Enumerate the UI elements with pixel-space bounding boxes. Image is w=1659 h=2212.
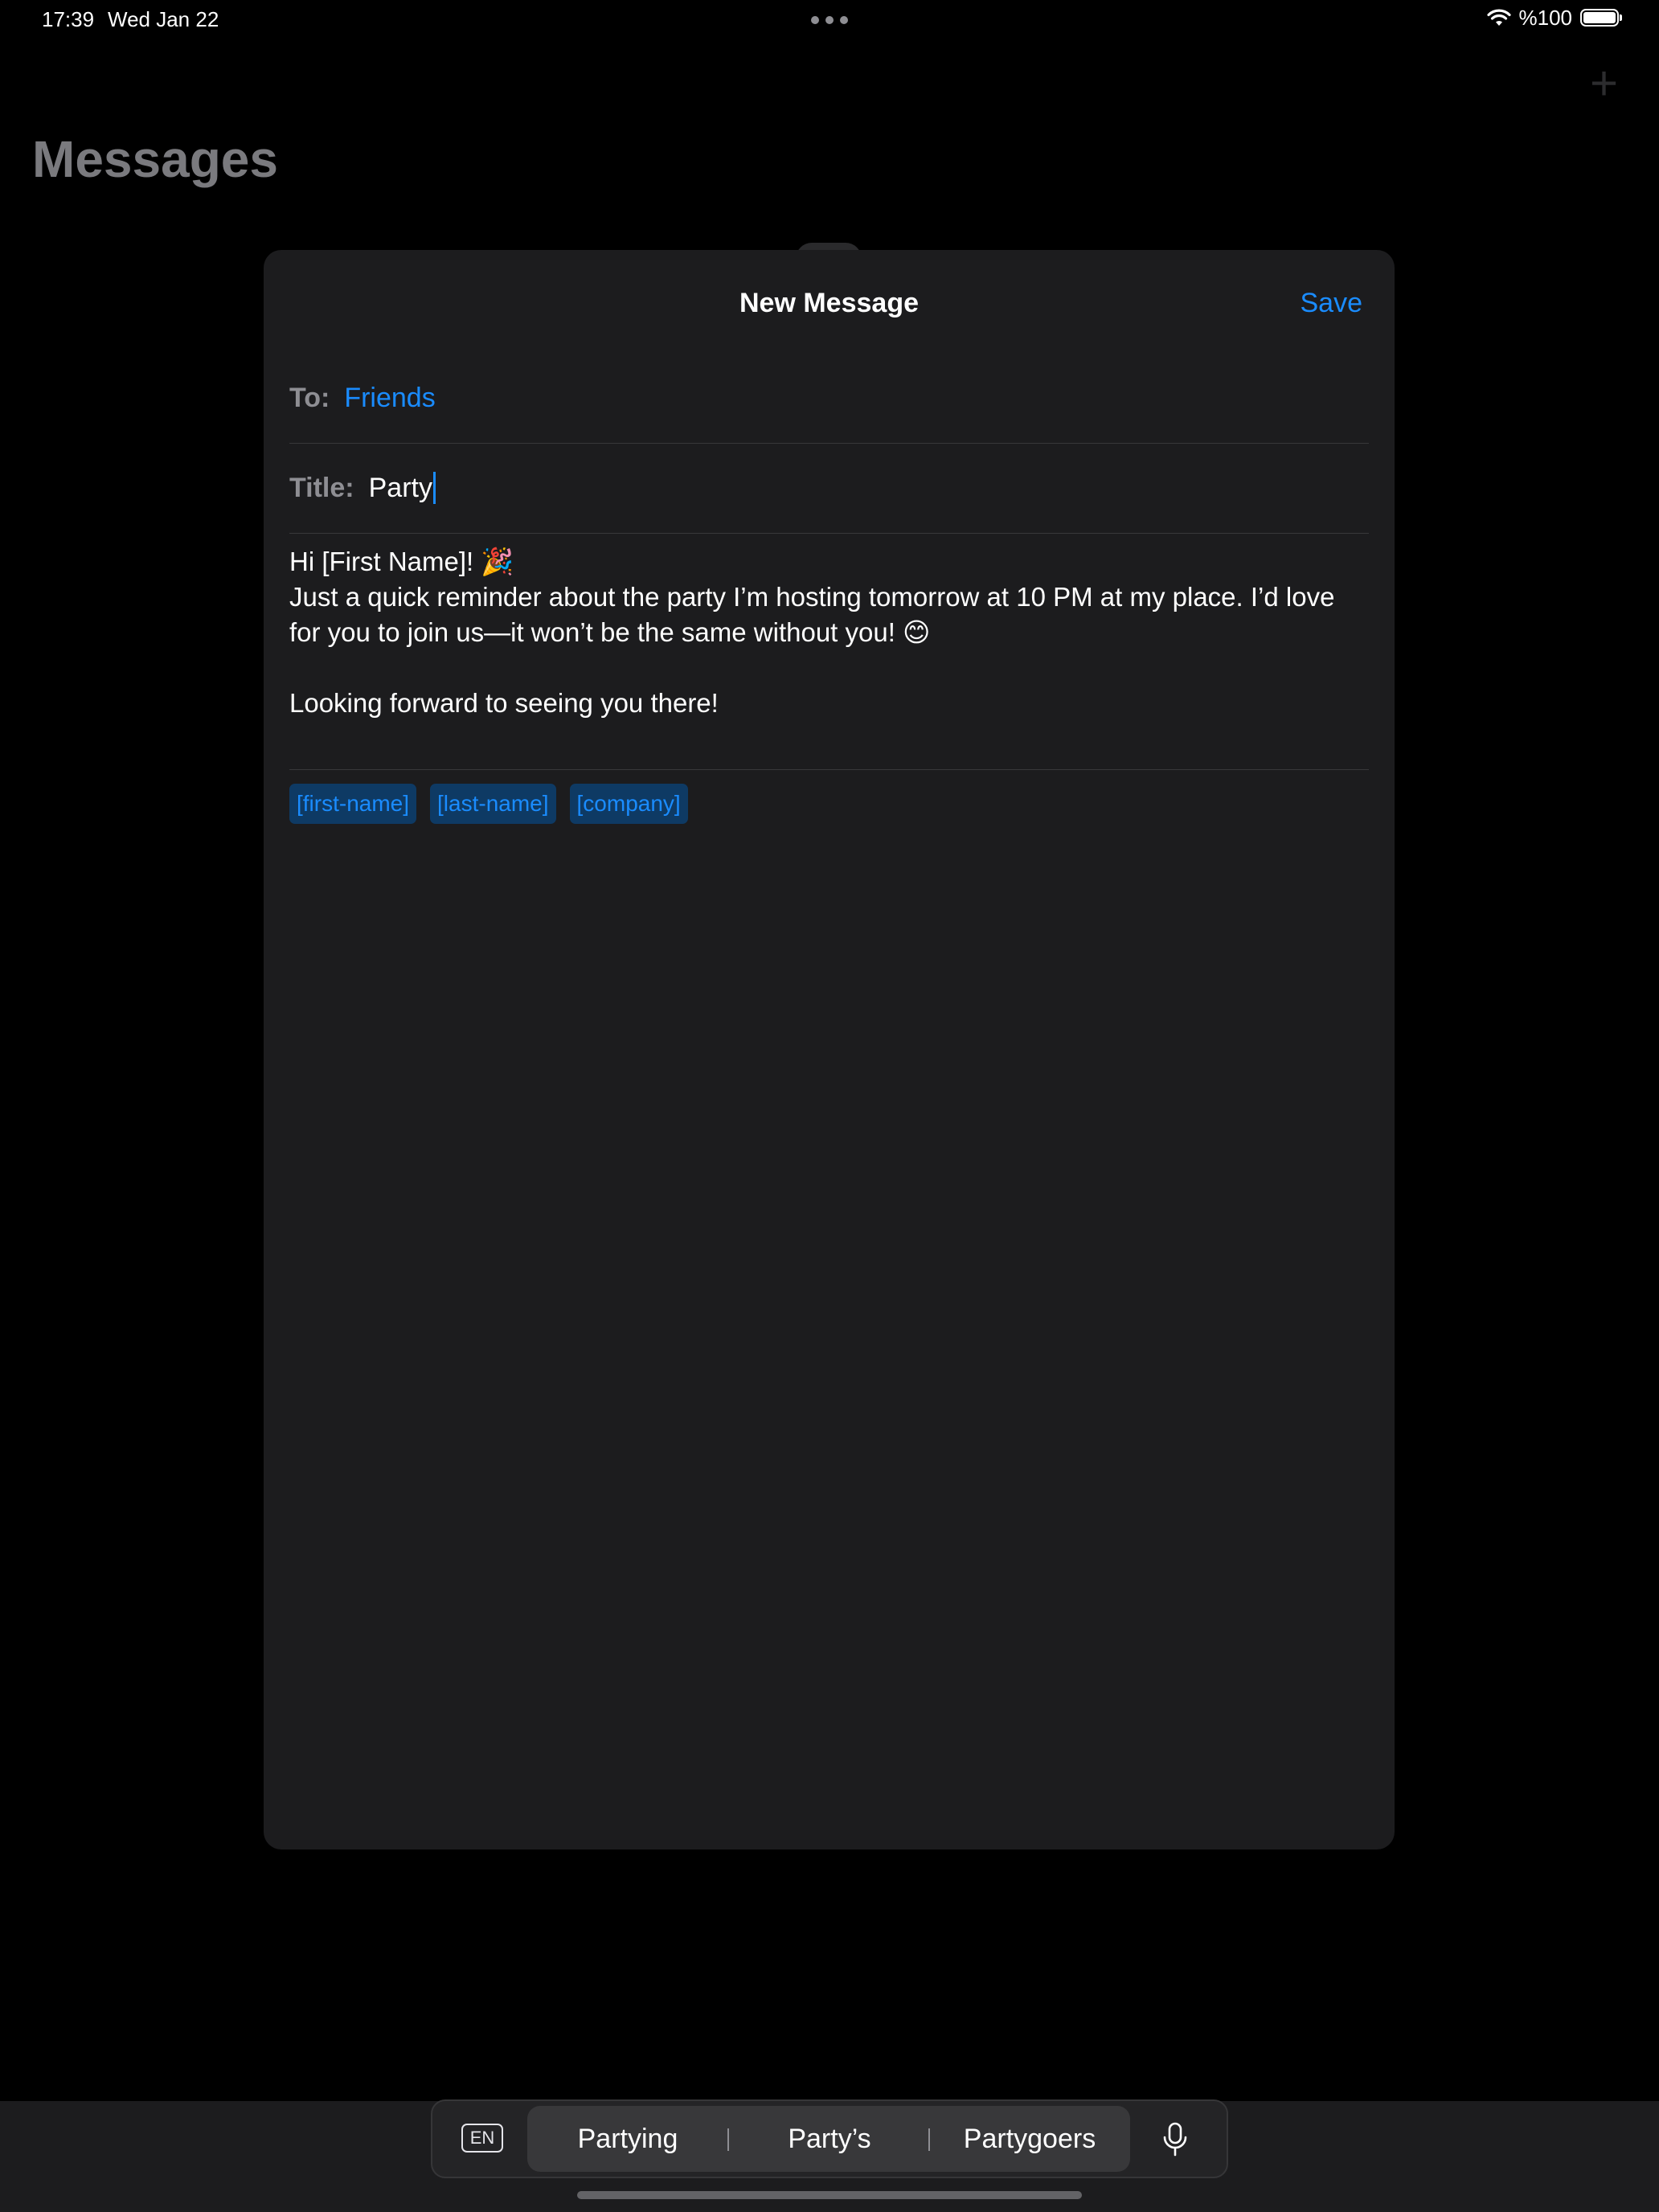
status-indicators: %100 xyxy=(1486,5,1622,31)
language-key[interactable]: EN xyxy=(461,2124,503,2153)
battery-percentage: %100 xyxy=(1518,6,1573,30)
status-time: 17:39 xyxy=(42,7,95,31)
to-recipient[interactable]: Friends xyxy=(344,379,435,417)
suggestion-partygoers[interactable]: Partygoers xyxy=(936,2119,1124,2159)
screen: 17:39 Wed Jan 22 %100 + Messages New Mes… xyxy=(0,0,1659,2212)
tag-last-name[interactable]: [last-name] xyxy=(430,784,556,824)
divider xyxy=(289,533,1369,534)
suggestion-separator xyxy=(727,2128,729,2151)
title-field[interactable]: Title: Party xyxy=(289,469,1369,507)
microphone-icon[interactable] xyxy=(1161,2122,1190,2161)
divider xyxy=(289,443,1369,444)
placeholder-tags: [first-name] [last-name] [company] xyxy=(289,784,688,824)
title-input[interactable]: Party xyxy=(369,469,432,507)
to-field[interactable]: To: Friends xyxy=(289,379,1369,417)
text-cursor xyxy=(432,472,436,504)
wifi-icon xyxy=(1486,9,1511,27)
title-label: Title: xyxy=(289,473,354,503)
message-body-input[interactable]: Hi [First Name]! 🎉 Just a quick reminder… xyxy=(289,544,1346,721)
home-indicator[interactable] xyxy=(577,2191,1082,2199)
to-label: To: xyxy=(289,383,330,413)
save-button[interactable]: Save xyxy=(1301,281,1363,326)
status-date: Wed Jan 22 xyxy=(108,7,219,31)
battery-icon xyxy=(1580,9,1622,27)
multitasking-dots-icon[interactable] xyxy=(811,16,848,24)
suggestion-partying[interactable]: Partying xyxy=(535,2119,720,2159)
divider xyxy=(289,769,1369,770)
new-message-sheet: New Message Save To: Friends Title: Part… xyxy=(264,250,1395,1849)
plus-icon: + xyxy=(1590,56,1619,110)
suggestion-separator xyxy=(928,2128,930,2151)
suggestion-partys[interactable]: Party’s xyxy=(735,2119,924,2159)
messages-title: Messages xyxy=(32,130,278,188)
tag-first-name[interactable]: [first-name] xyxy=(289,784,417,824)
tag-company[interactable]: [company] xyxy=(569,784,688,824)
sheet-title: New Message xyxy=(739,288,919,318)
